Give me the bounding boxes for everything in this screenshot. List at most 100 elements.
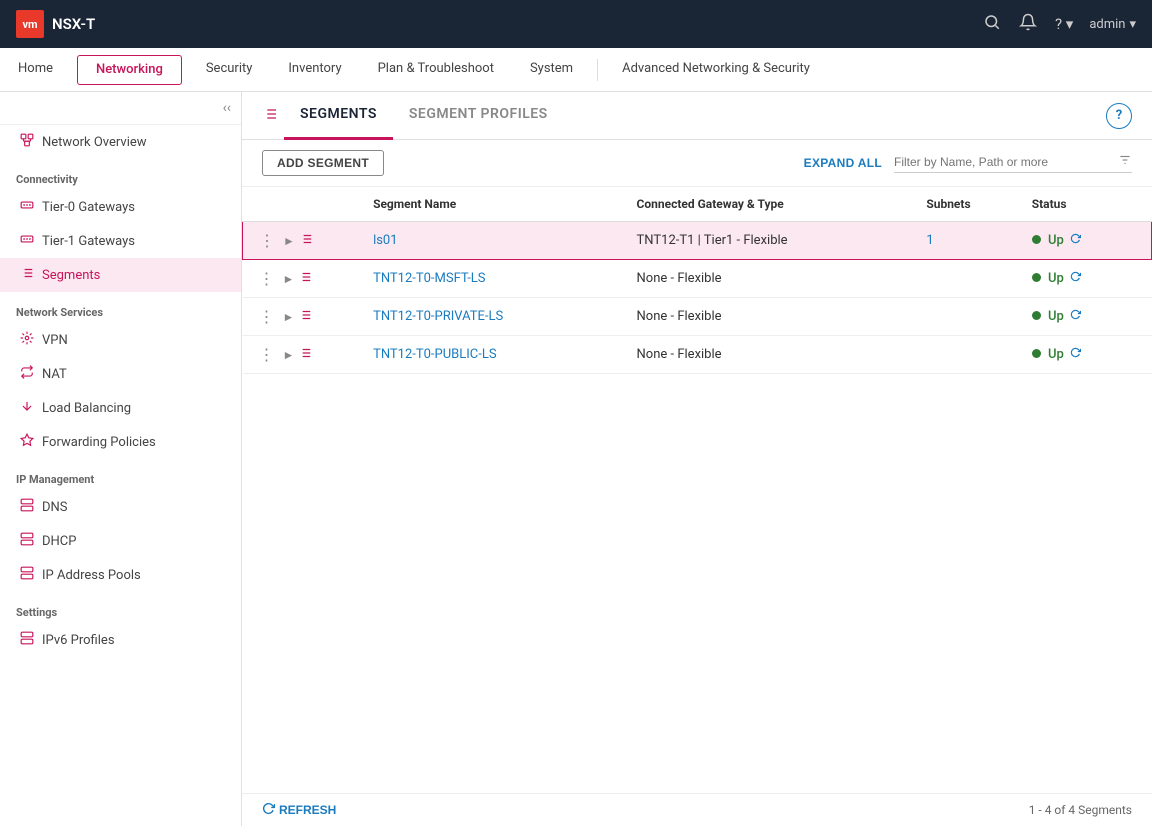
filter-wrap (894, 153, 1132, 173)
sidebar-item-network-overview[interactable]: Network Overview (0, 125, 241, 159)
add-segment-button[interactable]: ADD SEGMENT (262, 150, 384, 176)
sidebar-item-label: Tier-1 Gateways (42, 234, 135, 249)
status-label: Up (1048, 347, 1064, 362)
segment-icon (299, 232, 313, 250)
status-label: Up (1048, 309, 1064, 324)
main-layout: ‹‹ Network Overview Connectivity Tier-0 … (0, 92, 1152, 826)
nav-inventory[interactable]: Inventory (270, 48, 359, 92)
sidebar-item-load-balancing[interactable]: Load Balancing (0, 391, 241, 425)
status-indicator: Up (1032, 271, 1081, 286)
refresh-button[interactable]: REFRESH (262, 802, 336, 818)
row-expand-icon[interactable]: ► (283, 234, 295, 248)
ip-management-section: IP Management (0, 459, 241, 490)
status-dot-icon (1032, 235, 1041, 244)
ip-address-pools-icon (20, 566, 34, 584)
status-refresh-icon[interactable] (1070, 233, 1081, 248)
sidebar-item-nat[interactable]: NAT (0, 357, 241, 391)
sidebar-item-label: DNS (42, 500, 68, 515)
status-refresh-icon[interactable] (1070, 309, 1081, 324)
sidebar-item-ipv6-profiles[interactable]: IPv6 Profiles (0, 623, 241, 657)
tier1-icon (20, 232, 34, 250)
sidebar-item-label: Network Overview (42, 135, 147, 150)
segment-name-link[interactable]: TNT12-T0-MSFT-LS (373, 271, 485, 286)
gateway-cell: None - Flexible (625, 336, 915, 374)
dns-icon (20, 498, 34, 516)
status-refresh-icon[interactable] (1070, 347, 1081, 362)
col-header-connected-gateway: Connected Gateway & Type (625, 187, 915, 222)
expand-all-button[interactable]: EXPAND ALL (804, 156, 882, 170)
sidebar-item-label: Forwarding Policies (42, 435, 156, 450)
topbar-icons: ? ▾ (983, 13, 1073, 35)
table-row: ⋮ ► TNT12-T0-PUBLIC-LS None - Flexible Up (243, 336, 1152, 374)
sidebar-item-label: Segments (42, 268, 100, 283)
search-icon[interactable] (983, 13, 1001, 35)
nav-plan-troubleshoot[interactable]: Plan & Troubleshoot (360, 48, 512, 92)
app-title: NSX-T (52, 15, 95, 33)
filter-input[interactable] (894, 155, 1114, 169)
settings-section: Settings (0, 592, 241, 623)
gateway-cell: None - Flexible (625, 298, 915, 336)
dhcp-icon (20, 532, 34, 550)
sidebar-item-segments[interactable]: Segments (0, 258, 241, 292)
record-count: 1 - 4 of 4 Segments (1029, 803, 1132, 817)
status-label: Up (1048, 271, 1064, 286)
sidebar-item-tier0[interactable]: Tier-0 Gateways (0, 190, 241, 224)
user-menu[interactable]: admin ▾ (1089, 17, 1136, 32)
sidebar-item-forwarding-policies[interactable]: Forwarding Policies (0, 425, 241, 459)
help-button[interactable]: ? (1106, 103, 1132, 129)
status-dot-icon (1032, 349, 1041, 358)
table-row: ⋮ ► ls01 TNT12-T1 | Tier1 - Flexible 1 Up (243, 222, 1152, 260)
row-context-menu[interactable]: ⋮ (255, 345, 279, 364)
bell-icon[interactable] (1019, 13, 1037, 35)
row-context-menu[interactable]: ⋮ (255, 231, 279, 250)
segment-icon (298, 270, 312, 288)
collapse-icon[interactable]: ‹‹ (223, 100, 231, 116)
user-chevron-icon: ▾ (1129, 17, 1136, 32)
navbar: Home Networking Security Inventory Plan … (0, 48, 1152, 92)
segment-name-link[interactable]: TNT12-T0-PRIVATE-LS (373, 309, 503, 324)
segments-icon (20, 266, 34, 284)
row-context-menu[interactable]: ⋮ (255, 269, 279, 288)
tab-segments[interactable]: SEGMENTS (284, 92, 393, 140)
col-header-subnets: Subnets (914, 187, 1019, 222)
segment-name-link[interactable]: TNT12-T0-PUBLIC-LS (373, 347, 497, 362)
status-indicator: Up (1032, 347, 1081, 362)
status-refresh-icon[interactable] (1070, 271, 1081, 286)
segment-name-link[interactable]: ls01 (373, 233, 397, 248)
sidebar-item-dhcp[interactable]: DHCP (0, 524, 241, 558)
network-services-section: Network Services (0, 292, 241, 323)
sidebar-item-tier1[interactable]: Tier-1 Gateways (0, 224, 241, 258)
sidebar-item-dns[interactable]: DNS (0, 490, 241, 524)
nav-home[interactable]: Home (0, 48, 71, 92)
sidebar: ‹‹ Network Overview Connectivity Tier-0 … (0, 92, 242, 826)
nav-system[interactable]: System (512, 48, 591, 92)
row-expand-icon[interactable]: ► (283, 310, 295, 324)
status-dot-icon (1032, 311, 1041, 320)
subnet-count-link[interactable]: 1 (926, 233, 933, 248)
nav-advanced[interactable]: Advanced Networking & Security (604, 48, 828, 92)
segment-icon (298, 346, 312, 364)
help-icon[interactable]: ? ▾ (1055, 15, 1073, 33)
vpn-icon (20, 331, 34, 349)
status-dot-icon (1032, 273, 1041, 282)
filter-options-icon[interactable] (1118, 153, 1132, 170)
sidebar-item-vpn[interactable]: VPN (0, 323, 241, 357)
nav-networking[interactable]: Networking (77, 55, 182, 85)
username: admin (1089, 17, 1125, 32)
sidebar-item-ip-address-pools[interactable]: IP Address Pools (0, 558, 241, 592)
row-expand-icon[interactable]: ► (283, 348, 295, 362)
nav-security[interactable]: Security (188, 48, 271, 92)
table-row: ⋮ ► TNT12-T0-PRIVATE-LS None - Flexible U… (243, 298, 1152, 336)
sidebar-item-label: NAT (42, 367, 67, 382)
row-context-menu[interactable]: ⋮ (255, 307, 279, 326)
table-header-row: Segment Name Connected Gateway & Type Su… (243, 187, 1152, 222)
row-expand-icon[interactable]: ► (283, 272, 295, 286)
gateway-cell: None - Flexible (625, 260, 915, 298)
sidebar-item-label: IPv6 Profiles (42, 633, 115, 648)
gateway-cell: TNT12-T1 | Tier1 - Flexible (625, 222, 915, 260)
col-header-actions (243, 187, 362, 222)
sidebar-item-label: VPN (42, 333, 68, 348)
status-indicator: Up (1032, 233, 1081, 248)
tab-segment-profiles[interactable]: SEGMENT PROFILES (393, 92, 564, 140)
segment-icon (298, 308, 312, 326)
